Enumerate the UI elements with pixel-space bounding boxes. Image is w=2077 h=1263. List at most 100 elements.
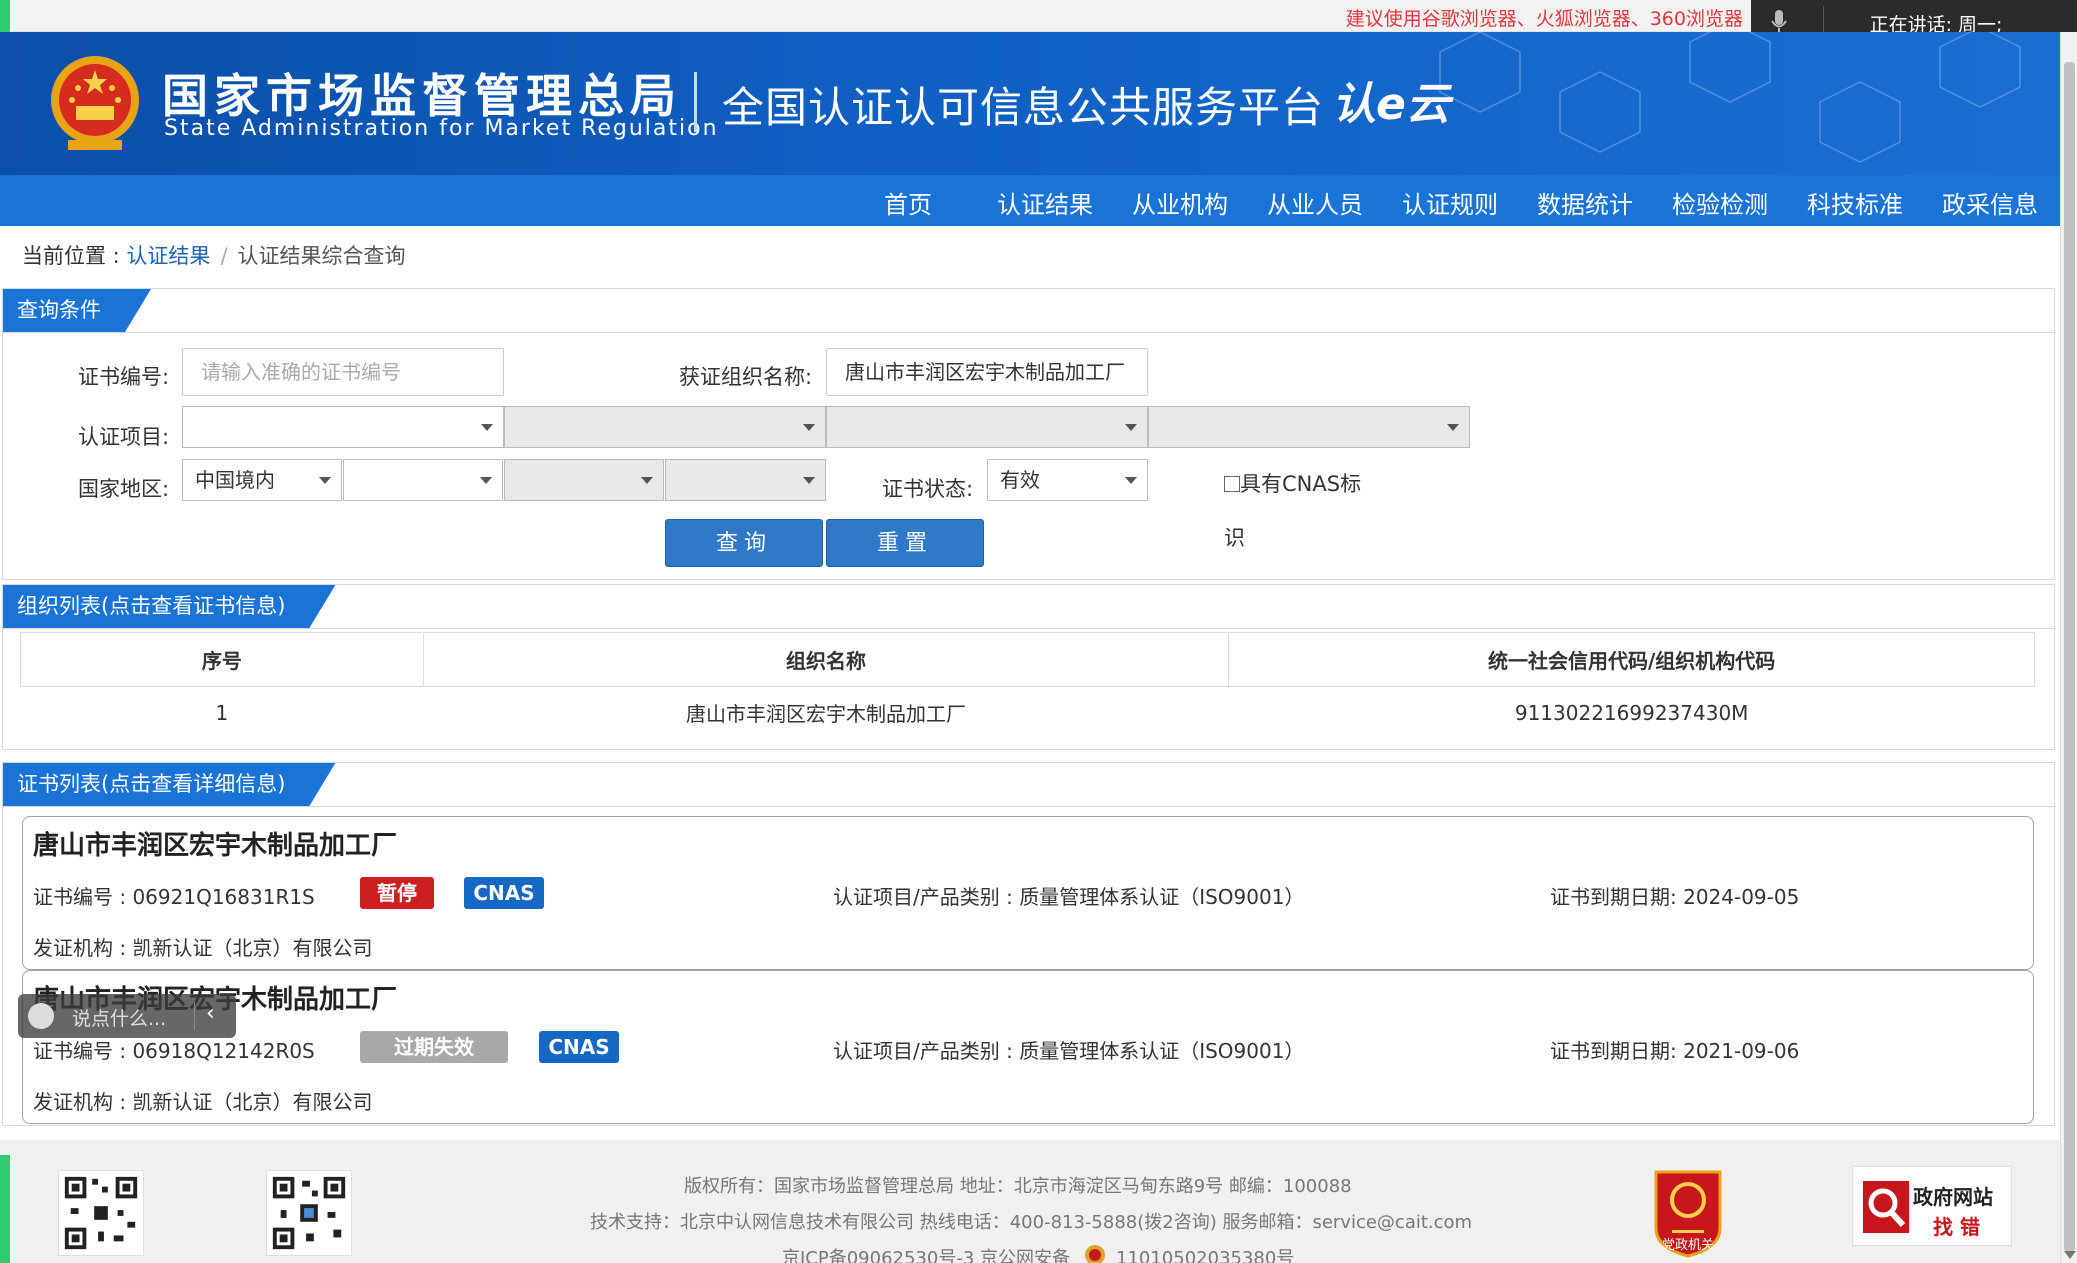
status-select[interactable]: 有效 — [987, 459, 1148, 501]
org-name-label: 获证组织名称: — [679, 365, 813, 389]
cert-no-label: 证书编号: — [78, 365, 170, 389]
qr-code-icon — [266, 1170, 352, 1256]
qr-code-icon — [58, 1170, 144, 1256]
browser-notice-bar: 建议使用谷歌浏览器、火狐浏览器、360浏览器 — [0, 0, 1751, 32]
region-label: 国家地区: — [78, 477, 170, 501]
checkbox-box[interactable] — [1224, 476, 1240, 492]
emoji-icon[interactable] — [28, 1003, 54, 1029]
party-badge-label: 党政机关 — [1661, 1238, 1714, 1253]
browser-tip: 建议使用谷歌浏览器、火狐浏览器、360浏览器 — [1345, 8, 1743, 30]
cert-issuer: 发证机构 : 凯新认证（北京）有限公司 — [33, 1090, 373, 1114]
scrollbar-thumb[interactable] — [2064, 62, 2075, 1252]
party-organ-badge[interactable]: 党政机关 — [1650, 1166, 1726, 1258]
nav-cert-results[interactable]: 认证结果 — [997, 185, 1093, 220]
status-label: 证书状态: — [882, 477, 974, 501]
gov-site-error-report[interactable]: 政府网站 找 错 — [1852, 1166, 2012, 1246]
project-label: 认证项目: — [78, 425, 170, 449]
row-no: 1 — [215, 700, 229, 725]
national-emblem-icon — [51, 56, 139, 150]
chevron-down-icon — [1125, 424, 1137, 431]
scroll-down-arrow-icon[interactable] — [2064, 1251, 2076, 1259]
query-panel-header: 查询条件 — [3, 289, 2054, 333]
org-name-input[interactable]: 唐山市丰润区宏宇木制品加工厂 — [826, 348, 1148, 396]
chevron-down-icon — [803, 477, 815, 484]
org-table: 序号 组织名称 统一社会信用代码/组织机构代码 1 唐山市丰润区宏宇木制品加工厂… — [20, 632, 2035, 739]
breadcrumb-separator: / — [220, 244, 228, 268]
footer-copyright: 版权所有：国家市场监督管理总局 地址：北京市海淀区马甸东路9号 邮编：10008… — [684, 1176, 1352, 1197]
nav-personnel[interactable]: 从业人员 — [1267, 185, 1363, 220]
cert-number: 证书编号 : 06921Q16831R1S — [33, 885, 315, 909]
cert-issuer: 发证机构 : 凯新认证（北京）有限公司 — [33, 936, 373, 960]
nav-inspection[interactable]: 检验检测 — [1672, 185, 1768, 220]
region-select-province[interactable] — [343, 459, 503, 501]
nav-home[interactable]: 首页 — [884, 185, 932, 220]
cert-expiry: 证书到期日期: 2021-09-06 — [1550, 1039, 1800, 1063]
breadcrumb-link[interactable]: 认证结果 — [126, 244, 210, 268]
nav-procurement[interactable]: 政采信息 — [1942, 185, 2038, 220]
col-header-no: 序号 — [20, 632, 424, 687]
page-scrollbar[interactable] — [2060, 32, 2077, 1263]
chevron-down-icon — [1447, 424, 1459, 431]
project-select-3[interactable] — [826, 406, 1148, 448]
cert-project: 认证项目/产品类别 : 质量管理体系认证（ISO9001） — [833, 1039, 1305, 1063]
status-badge: 暂停 — [360, 877, 434, 909]
chevron-down-icon — [319, 477, 331, 484]
org-list-tab: 组织列表(点击查看证书信息) — [3, 585, 335, 628]
main-nav: 首页 认证结果 从业机构 从业人员 认证规则 数据统计 检验检测 科技标准 政采… — [0, 175, 2060, 226]
cert-project: 认证项目/产品类别 : 质量管理体系认证（ISO9001） — [833, 885, 1305, 909]
hexagon-pattern — [1439, 32, 2021, 163]
cnas-checkbox-label: 具有CNAS标识 — [1224, 472, 1362, 550]
footer-support: 技术支持：北京中认网信息技术有限公司 热线电话：400-813-5888(拨2咨… — [590, 1212, 1473, 1233]
project-select-2[interactable] — [504, 406, 826, 448]
chat-placeholder[interactable]: 说点什么... — [72, 1004, 166, 1031]
search-button[interactable]: 查询 — [665, 519, 823, 567]
table-row[interactable]: 1 唐山市丰润区宏宇木制品加工厂 91130221699237430M — [21, 687, 2035, 739]
cert-expiry: 证书到期日期: 2024-09-05 — [1550, 885, 1800, 909]
chevron-down-icon — [803, 424, 815, 431]
reset-button[interactable]: 重置 — [826, 519, 984, 567]
breadcrumb-prefix: 当前位置 : — [22, 244, 127, 268]
nav-cert-rules[interactable]: 认证规则 — [1402, 185, 1498, 220]
cnas-checkbox[interactable]: 具有CNAS标识 — [1224, 457, 1374, 565]
header-divider — [694, 72, 697, 132]
region-select-value: 中国境内 — [195, 468, 275, 492]
platform-title: 全国认证认可信息公共服务平台 — [722, 83, 1325, 132]
footer-police-no[interactable]: 11010502035380号 — [1116, 1244, 1294, 1263]
col-header-name: 组织名称 — [422, 632, 1230, 687]
police-badge-icon — [1085, 1245, 1105, 1263]
breadcrumb-current: 认证结果综合查询 — [237, 244, 406, 268]
region-select-city[interactable] — [504, 459, 664, 501]
cloud-logo[interactable]: 认e云 — [1332, 68, 1450, 132]
org-list-header: 组织列表(点击查看证书信息) — [3, 585, 2054, 629]
col-header-code: 统一社会信用代码/组织机构代码 — [1228, 632, 2035, 687]
region-select-district[interactable] — [665, 459, 826, 501]
cert-list-header: 证书列表(点击查看详细信息) — [3, 763, 2054, 807]
cert-card[interactable]: 唐山市丰润区宏宇木制品加工厂 证书编号 : 06921Q16831R1S 暂停 … — [22, 816, 2034, 970]
nav-statistics[interactable]: 数据统计 — [1537, 185, 1633, 220]
chevron-left-icon[interactable]: ‹ — [206, 1001, 215, 1026]
cert-org-name[interactable]: 唐山市丰润区宏宇木制品加工厂 — [33, 825, 397, 862]
nav-standards[interactable]: 科技标准 — [1807, 185, 1903, 220]
chevron-down-icon — [1125, 477, 1137, 484]
chevron-down-icon — [641, 477, 653, 484]
gov-find-subtitle: 找 错 — [1933, 1215, 1980, 1239]
microphone-icon — [1771, 10, 1787, 33]
row-org-name[interactable]: 唐山市丰润区宏宇木制品加工厂 — [423, 687, 1229, 739]
project-select-4[interactable] — [1148, 406, 1470, 448]
project-select-1[interactable] — [182, 406, 504, 448]
status-badge: 过期失效 — [360, 1031, 508, 1063]
cert-no-input[interactable]: 请输入准确的证书编号 — [182, 348, 504, 396]
footer-icp[interactable]: 京ICP备09062530号-3 京公网安备 — [782, 1244, 1070, 1263]
cert-list-tab: 证书列表(点击查看详细信息) — [3, 763, 335, 806]
cnas-badge: CNAS — [464, 877, 544, 909]
nav-institutions[interactable]: 从业机构 — [1132, 185, 1228, 220]
side-accent-bottom — [0, 1155, 10, 1263]
cert-card[interactable]: 唐山市丰润区宏宇木制品加工厂 证书编号 : 06918Q12142R0S 过期失… — [22, 970, 2034, 1124]
cnas-badge: CNAS — [539, 1031, 619, 1063]
chat-input-widget[interactable]: 说点什么... ‹ — [18, 994, 236, 1038]
chevron-down-icon — [480, 477, 492, 484]
breadcrumb: 当前位置 : 认证结果 / 认证结果综合查询 — [22, 240, 406, 270]
region-select-country[interactable]: 中国境内 — [182, 459, 342, 501]
gov-find-title: 政府网站 — [1913, 1185, 1993, 1209]
row-credit-code: 91130221699237430M — [1514, 700, 1749, 725]
